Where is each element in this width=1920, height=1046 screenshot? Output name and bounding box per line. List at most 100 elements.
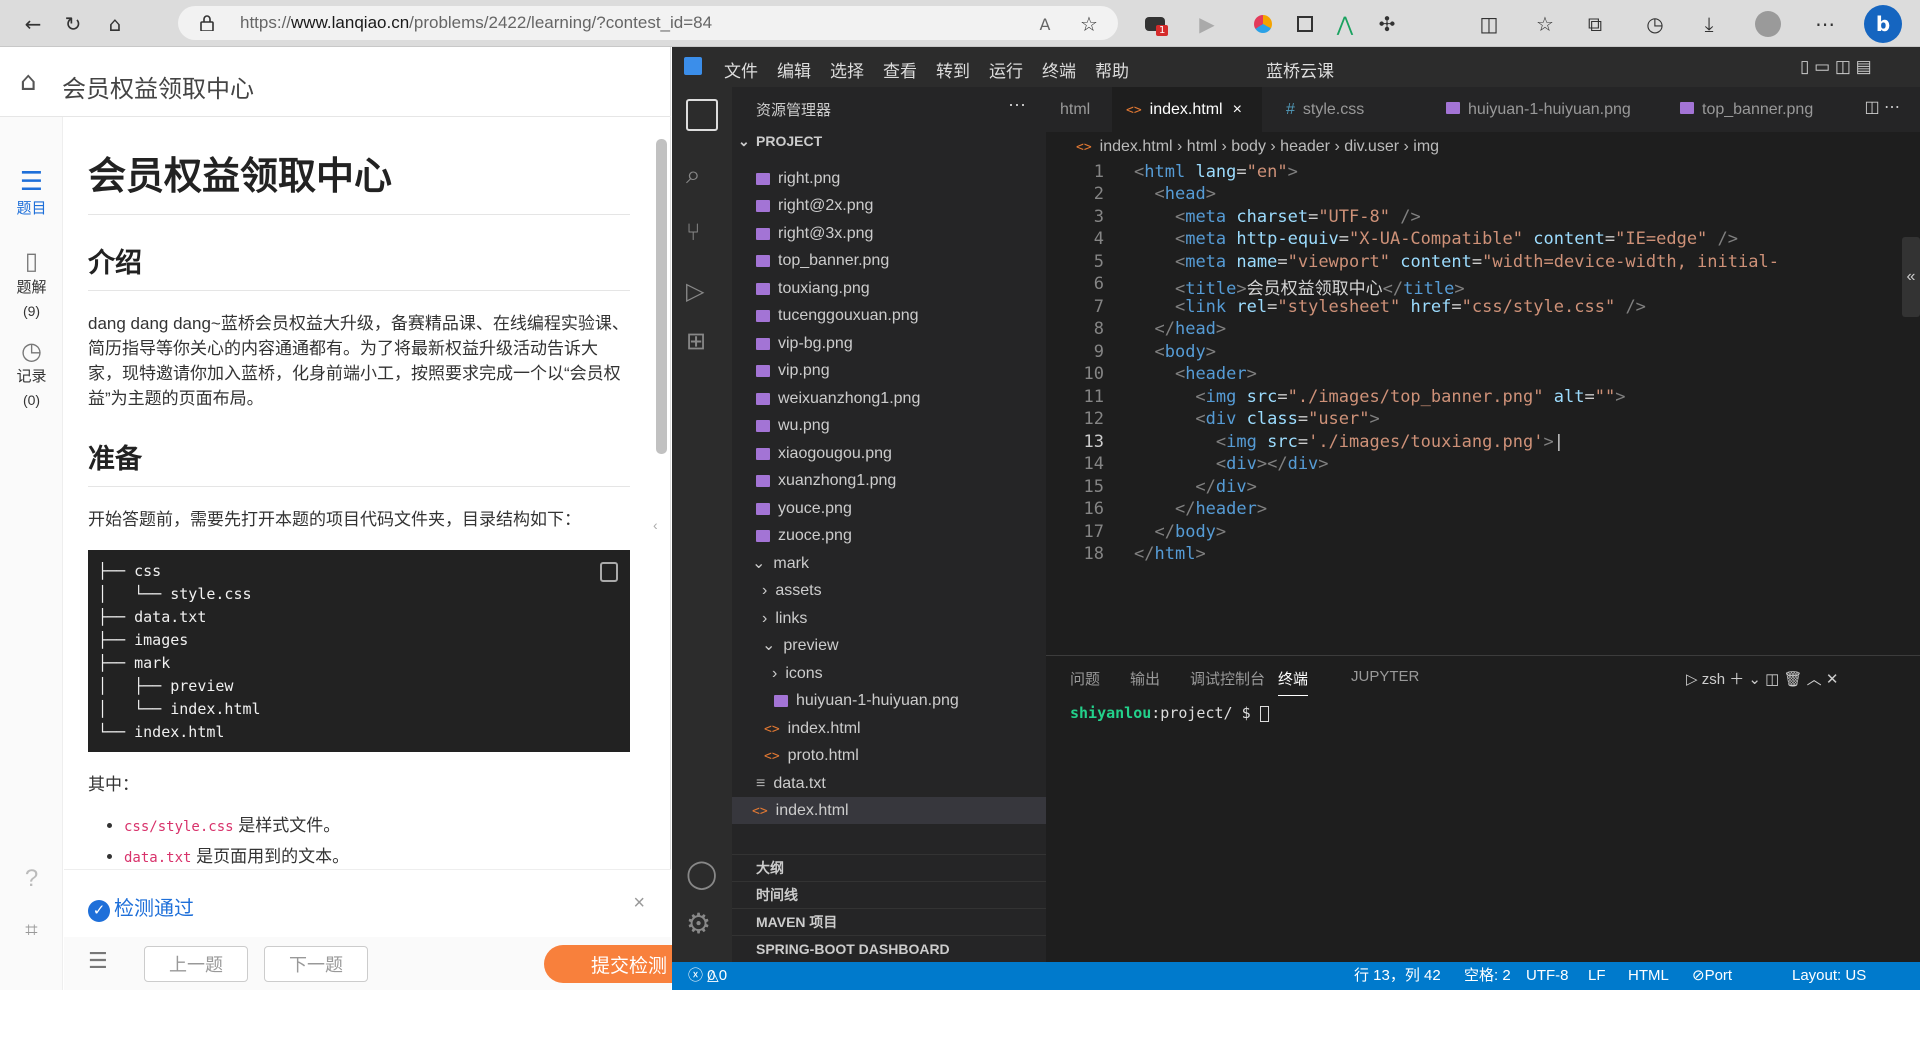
file-item[interactable]: top_banner.png bbox=[756, 247, 889, 274]
menu-terminal[interactable]: 终端 bbox=[1042, 57, 1076, 82]
tab-huiyuan-png[interactable]: huiyuan-1-huiyuan.png bbox=[1432, 87, 1662, 132]
explorer-icon[interactable] bbox=[686, 99, 718, 131]
menu-run[interactable]: 运行 bbox=[989, 57, 1023, 82]
folder-preview[interactable]: ⌄ preview bbox=[762, 632, 839, 659]
split-editor-icon[interactable]: ◫ ⋯ bbox=[1864, 97, 1900, 117]
file-item[interactable]: wu.png bbox=[756, 412, 830, 439]
panel-tab-terminal[interactable]: 终端 bbox=[1278, 668, 1309, 696]
help-icon[interactable]: ? bbox=[0, 865, 63, 893]
menu-goto[interactable]: 转到 bbox=[936, 57, 970, 82]
panel-tab-debug-console[interactable]: 调试控制台 bbox=[1190, 668, 1265, 689]
port-status[interactable]: ⊘ Port : 8080 bbox=[1692, 962, 1738, 1040]
panel-tab-jupyter[interactable]: JUPYTER bbox=[1351, 668, 1419, 685]
reader-extension-icon[interactable] bbox=[1290, 9, 1320, 39]
file-item-selected[interactable]: <> index.html bbox=[732, 797, 1046, 824]
menu-edit[interactable]: 编辑 bbox=[777, 57, 811, 82]
tab-style-css[interactable]: # style.css bbox=[1272, 87, 1432, 132]
nav-records[interactable]: ◷ 记录 (0) bbox=[0, 337, 63, 408]
settings-gear-icon[interactable]: ⚙ bbox=[686, 907, 718, 939]
file-item[interactable]: right.png bbox=[756, 165, 840, 192]
more-icon[interactable]: ⋯ bbox=[1008, 95, 1026, 116]
terminal-shell[interactable]: ▷ zsh ＋ ⌄ ◫ 🗑 ︿ ✕ bbox=[1686, 668, 1838, 689]
file-item[interactable]: vip.png bbox=[756, 357, 830, 384]
file-item[interactable]: xuanzhong1.png bbox=[756, 467, 896, 494]
extensions-icon[interactable]: ✣ bbox=[1372, 9, 1402, 39]
file-item[interactable]: tucenggouxuan.png bbox=[756, 302, 919, 329]
menu-file[interactable]: 文件 bbox=[724, 57, 758, 82]
favorites-icon[interactable]: ☆ bbox=[1530, 9, 1560, 39]
tab-html[interactable]: html bbox=[1046, 87, 1112, 132]
nav-solutions[interactable]: ▯ 题解 (9) bbox=[0, 247, 63, 319]
springboot-section[interactable]: SPRING-BOOT DASHBOARD bbox=[732, 935, 1046, 962]
file-item[interactable]: ≡ data.txt bbox=[756, 770, 826, 797]
vue-extension-icon[interactable]: ⋀ bbox=[1330, 9, 1360, 39]
menu-help[interactable]: 帮助 bbox=[1095, 57, 1129, 82]
keyboard-layout[interactable]: Layout: US bbox=[1792, 962, 1866, 990]
split-screen-icon[interactable]: ◫ bbox=[1474, 9, 1504, 39]
code-editor[interactable]: 1 <html lang="en"> 2 <head> 3 <meta chars… bbox=[1046, 162, 1866, 570]
address-bar[interactable]: https://www.lanqiao.cn/problems/2422/lea… bbox=[178, 6, 1118, 40]
home-icon[interactable]: ⌂ bbox=[20, 67, 37, 97]
account-icon[interactable]: ◯ bbox=[686, 857, 718, 889]
extension-game-icon[interactable]: 1 bbox=[1140, 9, 1170, 39]
tab-top-banner[interactable]: top_banner.png bbox=[1666, 87, 1836, 132]
close-icon[interactable]: × bbox=[633, 892, 645, 915]
collapse-panel-icon[interactable]: « bbox=[1902, 237, 1920, 317]
file-item[interactable]: huiyuan-1-huiyuan.png bbox=[774, 687, 959, 714]
tab-index-html[interactable]: <> index.html × bbox=[1112, 87, 1262, 132]
extensions-icon[interactable]: ⊞ bbox=[686, 327, 718, 359]
encoding[interactable]: UTF-8 bbox=[1526, 962, 1569, 990]
read-aloud-icon[interactable]: A bbox=[1030, 9, 1060, 39]
profile-avatar[interactable] bbox=[1753, 9, 1783, 39]
next-button[interactable]: 下一题 bbox=[264, 946, 368, 982]
terminal-prompt[interactable]: shiyanlou:project/ $ bbox=[1070, 704, 1269, 722]
file-item[interactable]: youce.png bbox=[756, 495, 852, 522]
menu-view[interactable]: 查看 bbox=[883, 57, 917, 82]
content-scrollbar[interactable] bbox=[656, 139, 667, 454]
panel-tab-problems[interactable]: 问题 bbox=[1070, 668, 1100, 689]
favorite-add-icon[interactable]: ☆ bbox=[1074, 9, 1104, 39]
download-icon[interactable]: ⤓ bbox=[1694, 9, 1724, 39]
back-icon[interactable]: ← bbox=[18, 9, 48, 39]
file-item[interactable]: weixuanzhong1.png bbox=[756, 385, 920, 412]
file-item[interactable]: right@2x.png bbox=[756, 192, 873, 219]
file-item[interactable]: touxiang.png bbox=[756, 275, 870, 302]
nav-problem[interactable]: ☰ 题目 bbox=[0, 167, 63, 218]
bing-icon[interactable]: b bbox=[1864, 5, 1902, 43]
layout-icons[interactable]: ▯ ▭ ◫ ▤ bbox=[1800, 57, 1872, 77]
file-item[interactable]: xiaogougou.png bbox=[756, 440, 892, 467]
folder-icons[interactable]: › icons bbox=[772, 660, 823, 687]
more-icon[interactable]: ⋯ bbox=[1810, 9, 1840, 39]
folder-mark[interactable]: ⌄ mark bbox=[752, 550, 809, 577]
refresh-icon[interactable]: ↻ bbox=[58, 9, 88, 39]
file-item[interactable]: <> index.html bbox=[764, 715, 861, 742]
play-icon[interactable]: ▶ bbox=[1192, 9, 1222, 39]
stairs-icon[interactable]: ⌗ bbox=[0, 917, 63, 943]
copy-icon[interactable] bbox=[600, 562, 618, 582]
run-debug-icon[interactable]: ▷ bbox=[686, 277, 718, 309]
file-item[interactable]: zuoce.png bbox=[756, 522, 852, 549]
language-mode[interactable]: HTML bbox=[1628, 962, 1669, 990]
collapse-icon[interactable]: ‹ bbox=[653, 517, 658, 533]
maven-section[interactable]: MAVEN 项目 bbox=[732, 908, 1046, 935]
folder-links[interactable]: › links bbox=[762, 605, 807, 632]
indentation[interactable]: 空格: 2 bbox=[1464, 962, 1511, 990]
pass-text[interactable]: 检测通过 bbox=[114, 898, 194, 920]
history-icon[interactable]: ◷ bbox=[1640, 9, 1670, 39]
eol[interactable]: LF bbox=[1588, 962, 1606, 990]
menu-select[interactable]: 选择 bbox=[830, 57, 864, 82]
cursor-position[interactable]: 行 13，列 42 bbox=[1354, 962, 1441, 990]
file-item[interactable]: <> proto.html bbox=[764, 742, 859, 769]
collections-icon[interactable]: ⧉ bbox=[1580, 9, 1610, 39]
outline-section[interactable]: 大纲 bbox=[732, 854, 1046, 881]
prev-button[interactable]: 上一题 bbox=[144, 946, 248, 982]
timeline-section[interactable]: 时间线 bbox=[732, 881, 1046, 908]
panel-tab-output[interactable]: 输出 bbox=[1130, 668, 1160, 689]
project-folder[interactable]: ⌄ PROJECT bbox=[732, 129, 1046, 153]
source-control-icon[interactable]: ⑂ bbox=[686, 219, 718, 251]
search-icon[interactable]: ⌕ bbox=[686, 159, 718, 191]
menu-icon[interactable]: ☰ bbox=[88, 949, 108, 974]
home-icon[interactable]: ⌂ bbox=[100, 9, 130, 39]
colorful-extension-icon[interactable] bbox=[1248, 9, 1278, 39]
file-item[interactable]: right@3x.png bbox=[756, 220, 873, 247]
